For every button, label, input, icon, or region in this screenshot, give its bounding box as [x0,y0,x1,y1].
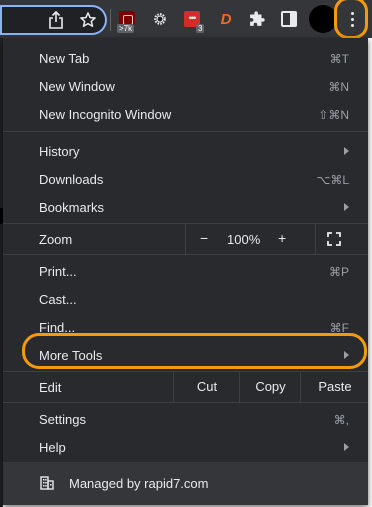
menu-item-label: Print... [39,264,77,279]
fullscreen-icon[interactable] [327,232,341,246]
edit-label: Edit [39,380,62,395]
kebab-menu-highlight [334,0,368,39]
menu-item-downloads[interactable]: Downloads ⌥⌘L [3,165,368,193]
menu-item-history[interactable]: History [3,137,368,165]
menu-divider [3,254,368,255]
toolbar-separator [110,9,111,31]
menu-item-cast[interactable]: Cast... [3,285,368,313]
menu-item-label: Cast... [39,292,77,307]
menu-item-shortcut: ⌘P [328,265,349,279]
puzzle-icon[interactable] [246,9,266,29]
lastpass-badge: 3 [196,24,205,33]
menu-item-label: New Tab [39,51,90,66]
star-icon[interactable] [78,10,98,30]
menu-item-print[interactable]: Print... ⌘P [3,257,368,285]
submenu-arrow-icon [344,147,349,155]
side-panel-icon[interactable] [280,10,298,28]
menu-divider [3,131,368,132]
ublock-badge: >7k [117,24,135,33]
zoom-in-button[interactable]: + [278,230,286,246]
submenu-arrow-icon [344,203,349,211]
menu-item-shortcut: ⌘T [329,52,349,66]
menu-item-shortcut: ⌘N [328,80,349,94]
menu-item-new-incognito-window[interactable]: New Incognito Window ⇧⌘N [3,100,368,128]
share-icon[interactable] [46,10,66,30]
menu-item-new-window[interactable]: New Window ⌘N [3,72,368,100]
menu-item-shortcut: ⌥⌘L [316,173,349,187]
zoom-row: Zoom − 100% + [3,223,368,254]
menu-item-shortcut: ⌘, [333,413,349,427]
managed-by-footer[interactable]: Managed by rapid7.com [3,462,368,505]
more-tools-highlight [22,333,367,369]
cut-button[interactable]: Cut [173,371,240,402]
rapid7-icon[interactable]: D [216,9,236,29]
menu-item-new-tab[interactable]: New Tab ⌘T [3,44,368,72]
menu-item-bookmarks[interactable]: Bookmarks [3,193,368,221]
browser-toolbar: >7k ••• 3 D [0,0,372,39]
menu-item-label: New Window [39,79,115,94]
menu-item-label: New Incognito Window [39,107,172,122]
menu-item-label: Help [39,440,66,455]
chrome-app-menu: New Tab ⌘T New Window ⌘N New Incognito W… [3,38,368,505]
menu-item-settings[interactable]: Settings ⌘, [3,405,368,433]
profile-avatar[interactable] [309,5,337,33]
menu-item-label: Downloads [39,172,104,187]
edit-row: Edit Cut Copy Paste [3,371,368,402]
fullscreen-cell [315,223,369,254]
menu-item-label: Bookmarks [39,200,105,215]
gear-icon[interactable] [151,10,169,28]
menu-item-help[interactable]: Help [3,433,368,461]
zoom-out-button[interactable]: − [200,230,208,246]
building-icon [40,476,54,490]
menu-divider [3,402,368,403]
menu-item-label: History [39,144,80,159]
submenu-arrow-icon [344,443,349,451]
paste-button[interactable]: Paste [300,371,369,402]
menu-item-label: Settings [39,412,86,427]
menu-item-shortcut: ⇧⌘N [318,108,349,122]
zoom-level: 100% [227,232,261,247]
zoom-label: Zoom [39,232,73,247]
copy-button[interactable]: Copy [239,371,301,402]
managed-by-label: Managed by rapid7.com [69,476,209,491]
